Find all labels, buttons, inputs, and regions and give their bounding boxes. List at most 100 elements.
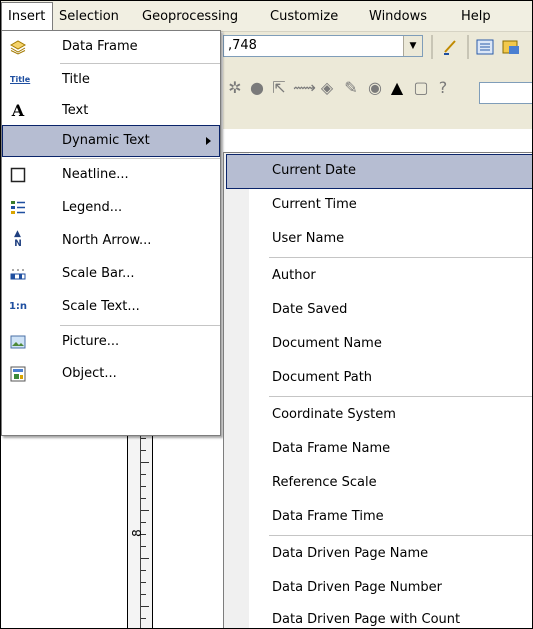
tools-toolbar: ✲ ● ⇱ ⟿ ◈ ✎ ◉ ▲ ▢ ?: [223, 62, 532, 129]
submenu-item-label: User Name: [272, 231, 345, 246]
menu-item-legend[interactable]: Legend...: [3, 193, 219, 223]
menu-windows[interactable]: Windows: [369, 9, 427, 24]
menu-separator: [269, 257, 532, 258]
scale-bar-icon: [10, 266, 26, 282]
editor-toolbar-icon[interactable]: [441, 37, 461, 57]
submenu-item-user-name[interactable]: User Name: [227, 223, 532, 256]
chevron-down-icon[interactable]: ▼: [403, 36, 422, 56]
submenu-item-coordinate-system[interactable]: Coordinate System: [227, 399, 532, 432]
menu-help[interactable]: Help: [461, 9, 491, 24]
toolbar-separator: [431, 35, 433, 59]
neatline-icon: [10, 167, 26, 183]
menu-item-north-arrow[interactable]: ▲ N North Arrow...: [3, 226, 219, 256]
menu-item-scale-bar[interactable]: Scale Bar...: [3, 259, 219, 289]
submenu-item-label: Data Driven Page with Count: [272, 612, 461, 627]
menu-item-data-frame[interactable]: Data Frame: [3, 32, 219, 62]
menu-item-title[interactable]: Title Title: [3, 65, 219, 95]
title-icon: Title: [10, 75, 31, 84]
menu-item-text[interactable]: A Text: [3, 96, 219, 126]
text-icon: A: [11, 101, 25, 120]
frame-icon[interactable]: ▢: [411, 78, 431, 98]
submenu-item-data-driven-page-number[interactable]: Data Driven Page Number: [227, 572, 532, 605]
map-scale-value: ,748: [228, 38, 257, 53]
dynamic-text-submenu: Current Date Current Time User Name Auth…: [223, 152, 532, 628]
menu-item-scale-text[interactable]: 1:n Scale Text...: [3, 292, 219, 322]
submenu-item-data-frame-time[interactable]: Data Frame Time: [227, 501, 532, 534]
map-scale-combo[interactable]: ,748 ▼: [223, 35, 423, 57]
toolbar-separator: [467, 35, 469, 59]
menu-bar: Insert Selection Geoprocessing Customize…: [1, 1, 532, 32]
menu-separator: [269, 535, 532, 536]
standard-toolbar: ,748 ▼: [223, 32, 532, 62]
menu-selection[interactable]: Selection: [59, 9, 119, 24]
menu-item-object[interactable]: Object...: [3, 359, 219, 389]
submenu-item-document-path[interactable]: Document Path: [227, 362, 532, 395]
menu-item-label: Object...: [62, 366, 117, 381]
catalog-icon[interactable]: [501, 37, 521, 57]
menu-item-label: Title: [62, 72, 90, 87]
menu-customize[interactable]: Customize: [270, 9, 338, 24]
menu-item-label: Neatline...: [62, 167, 129, 182]
insert-menu: Data Frame Title Title A Text Dynamic Te…: [1, 30, 221, 436]
data-frame-icon: [9, 39, 27, 55]
picture-icon: [10, 334, 26, 350]
menu-item-label: Scale Text...: [62, 299, 140, 314]
submenu-item-label: Current Date: [272, 163, 357, 178]
pan-icon[interactable]: ◈: [317, 78, 337, 98]
menu-geoprocessing[interactable]: Geoprocessing: [142, 9, 238, 24]
menu-separator: [269, 396, 532, 397]
route-icon[interactable]: ⟿: [293, 78, 316, 98]
submenu-item-label: Data Frame Name: [272, 441, 391, 456]
submenu-item-label: Reference Scale: [272, 475, 377, 490]
submenu-item-label: Data Frame Time: [272, 509, 384, 524]
vertical-ruler: [127, 406, 153, 628]
object-icon: [10, 366, 26, 382]
submenu-item-label: Coordinate System: [272, 407, 396, 422]
north-arrow-icon: ▲ N: [14, 229, 22, 250]
menu-item-label: Text: [62, 103, 89, 118]
gear-icon[interactable]: ✲: [225, 78, 245, 98]
submenu-item-label: Document Name: [272, 336, 382, 351]
menu-item-label: Data Frame: [62, 39, 138, 54]
table-of-contents-icon[interactable]: [475, 37, 495, 57]
submenu-item-label: Author: [272, 268, 316, 283]
submenu-item-data-driven-page-name[interactable]: Data Driven Page Name: [227, 538, 532, 571]
select-arrow-icon[interactable]: ⇱: [269, 78, 289, 98]
submenu-item-label: Date Saved: [272, 302, 348, 317]
scale-text-icon: 1:n: [8, 301, 28, 312]
submenu-item-document-name[interactable]: Document Name: [227, 328, 532, 361]
menu-item-label: North Arrow...: [62, 233, 152, 248]
submenu-arrow-icon: [206, 137, 211, 145]
lock-icon[interactable]: ▲: [387, 78, 407, 98]
arcmap-window: Insert Selection Geoprocessing Customize…: [0, 0, 533, 629]
menu-insert[interactable]: Insert: [1, 2, 53, 30]
submenu-item-label: Document Path: [272, 370, 373, 385]
toolbar-input[interactable]: [479, 82, 532, 104]
legend-icon: [10, 200, 26, 216]
submenu-item-current-date[interactable]: Current Date: [226, 154, 532, 189]
submenu-item-current-time[interactable]: Current Time: [227, 189, 532, 222]
submenu-item-date-saved[interactable]: Date Saved: [227, 294, 532, 327]
submenu-item-label: Current Time: [272, 197, 357, 212]
menu-separator: [60, 63, 220, 64]
submenu-item-author[interactable]: Author: [227, 260, 532, 293]
submenu-item-reference-scale[interactable]: Reference Scale: [227, 467, 532, 500]
measure-icon[interactable]: ✎: [341, 78, 361, 98]
globe-icon[interactable]: ●: [247, 78, 267, 98]
submenu-item-label: Data Driven Page Number: [272, 580, 443, 595]
menu-item-dynamic-text[interactable]: Dynamic Text: [2, 125, 220, 157]
menu-separator: [60, 325, 220, 326]
menu-item-picture[interactable]: Picture...: [3, 327, 219, 357]
menu-item-label: Dynamic Text: [62, 133, 150, 148]
menu-item-label: Scale Bar...: [62, 266, 135, 281]
menu-item-label: Picture...: [62, 334, 120, 349]
help-icon[interactable]: ?: [433, 78, 453, 98]
menu-separator: [60, 158, 220, 159]
submenu-item-label: Data Driven Page Name: [272, 546, 429, 561]
menu-item-label: Legend...: [62, 200, 123, 215]
identify-icon[interactable]: ◉: [365, 78, 385, 98]
menu-item-neatline[interactable]: Neatline...: [3, 160, 219, 190]
ruler-label: 8: [129, 529, 144, 537]
submenu-item-data-frame-name[interactable]: Data Frame Name: [227, 433, 532, 466]
submenu-item-data-driven-page-with-count[interactable]: Data Driven Page with Count: [227, 604, 532, 628]
